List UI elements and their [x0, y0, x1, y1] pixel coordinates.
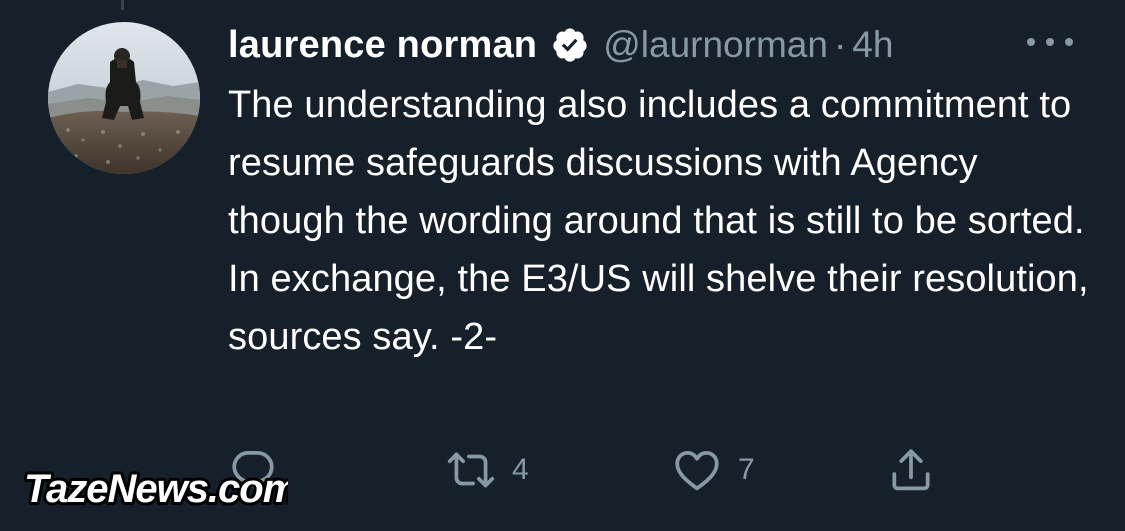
tweet-card: laurence norman @laurnorman · 4h The und…	[0, 0, 1125, 531]
timestamp[interactable]: 4h	[852, 24, 893, 66]
watermark-text: TazeNews.com	[24, 467, 288, 511]
like-count: 7	[738, 453, 755, 486]
retweet-button[interactable]: 4	[446, 442, 529, 498]
display-name[interactable]: laurence norman	[228, 24, 537, 67]
retweet-icon	[447, 452, 495, 488]
user-handle[interactable]: @laurnorman	[603, 24, 828, 66]
separator-dot: ·	[833, 24, 847, 65]
avatar-photo	[48, 22, 200, 174]
thread-connector-line	[121, 0, 124, 10]
share-button[interactable]	[886, 442, 936, 498]
heart-icon	[675, 451, 719, 491]
more-options-icon[interactable]	[1027, 30, 1073, 54]
verified-badge-icon	[551, 26, 589, 64]
tweet-actions: 4 7	[228, 442, 988, 498]
share-icon	[892, 449, 930, 491]
tweet-text: The understanding also includes a commit…	[228, 84, 1089, 358]
tweet-header: laurence norman @laurnorman · 4h	[228, 20, 893, 70]
avatar[interactable]	[48, 22, 200, 174]
watermark-logo: TazeNews.com	[18, 458, 301, 518]
like-button[interactable]: 7	[672, 442, 755, 498]
retweet-count: 4	[512, 453, 529, 486]
